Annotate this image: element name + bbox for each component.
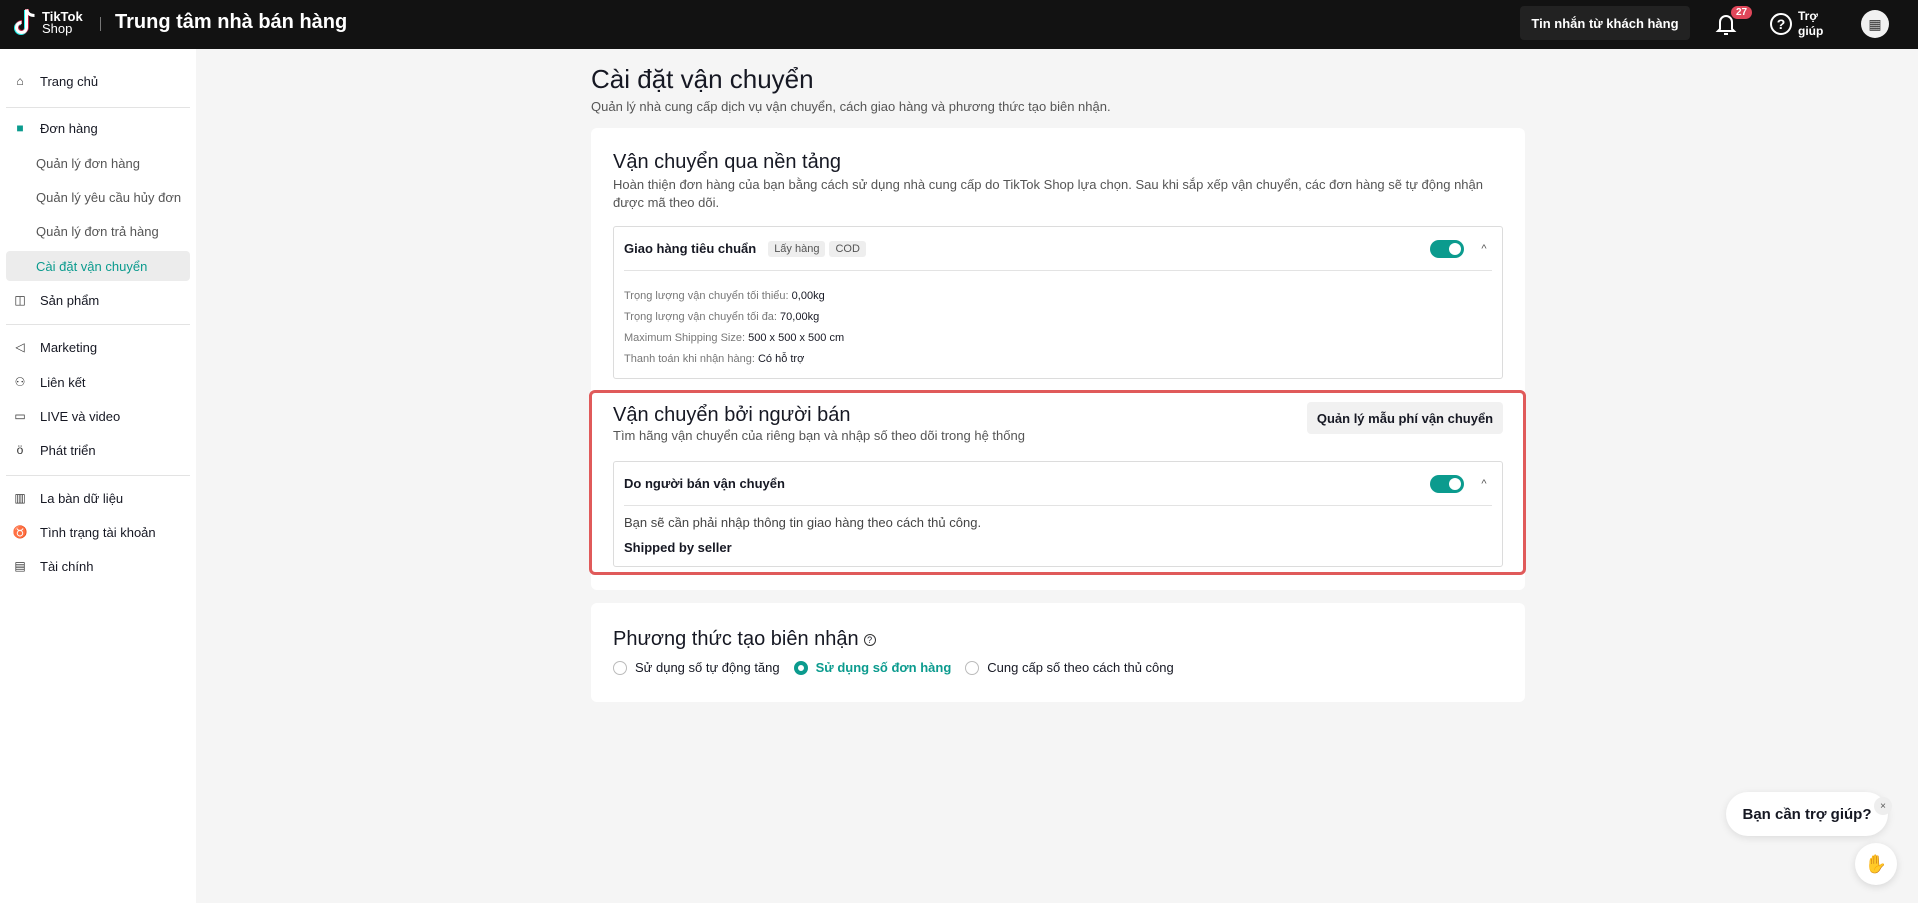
option-header: Giao hàng tiêu chuẩn Lấy hàng COD ^	[624, 227, 1492, 271]
logo-line2: Shop	[42, 21, 73, 36]
sidebar-item-affiliate[interactable]: ⚇ Liên kết	[6, 367, 190, 397]
sidebar-item-marketing[interactable]: ◁ Marketing	[6, 332, 190, 362]
sidebar-item-label: La bàn dữ liệu	[40, 490, 124, 506]
megaphone-icon: ◁	[15, 340, 25, 354]
help-link[interactable]: Trợ giúp	[1798, 9, 1828, 39]
notification-badge: 27	[1730, 5, 1754, 20]
receipt-method-card: Phương thức tạo biên nhận? Sử dụng số tự…	[591, 603, 1525, 702]
sidebar-divider	[6, 475, 190, 476]
growth-icon: ö	[16, 443, 24, 457]
sidebar-item-label: Quản lý đơn hàng	[36, 155, 140, 171]
highlight-box	[589, 390, 1526, 575]
sidebar-item-shipping-settings[interactable]: Cài đặt vận chuyển	[6, 251, 190, 281]
trophy-icon: ♉	[12, 525, 28, 539]
option-name: Giao hàng tiêu chuẩn	[624, 241, 757, 256]
question-icon[interactable]: ?	[863, 633, 876, 646]
close-icon[interactable]: ×	[1874, 797, 1892, 815]
users-icon: ⚇	[14, 375, 26, 389]
customer-messages-button[interactable]: Tin nhắn từ khách hàng	[1520, 6, 1690, 40]
radio-circle[interactable]	[793, 660, 808, 675]
help-chat-bubble[interactable]: Bạn cần trợ giúp?	[1726, 792, 1888, 836]
sidebar-divider	[6, 107, 190, 108]
detail-max-weight: Trọng lượng vận chuyển tối đa: 70,00kg	[624, 311, 820, 323]
sidebar-item-account-health[interactable]: ♉ Tình trạng tài khoản	[6, 517, 190, 547]
sidebar-item-finance[interactable]: ▤ Tài chính	[6, 551, 190, 581]
sidebar-item-home[interactable]: ⌂ Trang chủ	[6, 66, 190, 96]
chart-icon: ▥	[14, 491, 26, 505]
help-icon[interactable]: ?	[1770, 13, 1792, 35]
detail-max-size: Maximum Shipping Size: 500 x 500 x 500 c…	[624, 332, 845, 344]
detail-min-weight: Trọng lượng vận chuyển tối thiểu: 0,00kg	[624, 290, 825, 302]
sidebar-item-label: Phát triển	[40, 442, 96, 458]
page-subtitle: Quản lý nhà cung cấp dịch vụ vận chuyển,…	[591, 99, 1111, 114]
sidebar-item-live-video[interactable]: ▭ LIVE và video	[6, 401, 190, 431]
video-icon: ▭	[14, 409, 26, 423]
top-header: TikTok Shop Trung tâm nhà bán hàng Tin nh…	[0, 0, 1918, 49]
sidebar-item-cancel-requests[interactable]: Quản lý yêu cầu hủy đơn	[6, 182, 190, 212]
hand-icon[interactable]: ✋	[1855, 843, 1897, 885]
platform-shipping-title: Vận chuyển qua nền tảng	[613, 151, 841, 173]
app-title: Trung tâm nhà bán hàng	[115, 11, 348, 33]
sidebar-item-label: Marketing	[40, 339, 98, 355]
sidebar-item-label: LIVE và video	[40, 408, 121, 424]
radio-circle[interactable]	[965, 660, 980, 675]
product-icon: ◫	[14, 293, 26, 307]
sidebar-item-label: Cài đặt vận chuyển	[36, 258, 148, 274]
sidebar: ⌂ Trang chủ ■ Đơn hàng Quản lý đơn hàng Qu…	[0, 49, 196, 903]
sidebar-item-orders[interactable]: ■ Đơn hàng	[6, 113, 190, 143]
shop-avatar[interactable]: ▦	[1861, 10, 1889, 38]
home-icon: ⌂	[16, 74, 24, 88]
sidebar-item-label: Trang chủ	[40, 73, 99, 89]
radio-manual[interactable]: Cung cấp số theo cách thủ công	[965, 660, 1174, 675]
sidebar-item-label: Tài chính	[40, 558, 94, 574]
tiktok-logo-icon	[14, 9, 35, 35]
sidebar-divider	[6, 324, 190, 325]
standard-delivery-toggle[interactable]	[1430, 239, 1464, 258]
sidebar-item-products[interactable]: ◫ Sản phẩm	[6, 285, 190, 315]
sidebar-item-label: Quản lý đơn trả hàng	[36, 223, 159, 239]
sidebar-item-growth[interactable]: ö Phát triển	[6, 435, 190, 465]
sidebar-item-label: Quản lý yêu cầu hủy đơn	[36, 189, 182, 205]
receipt-method-title: Phương thức tạo biên nhận?	[613, 628, 876, 651]
radio-auto-increment[interactable]: Sử dụng số tự động tăng	[613, 660, 780, 675]
sidebar-item-returns[interactable]: Quản lý đơn trả hàng	[6, 216, 190, 246]
sidebar-item-data-compass[interactable]: ▥ La bàn dữ liệu	[6, 483, 190, 513]
tag-cod: COD	[829, 240, 866, 257]
radio-circle[interactable]	[613, 660, 627, 675]
detail-cod: Thanh toán khi nhận hàng: Có hỗ trợ	[624, 353, 805, 365]
order-icon: ■	[16, 121, 24, 135]
header-divider	[100, 17, 101, 31]
sidebar-item-label: Tình trạng tài khoản	[40, 524, 156, 540]
wallet-icon: ▤	[14, 559, 26, 573]
page-title: Cài đặt vận chuyển	[591, 64, 814, 94]
sidebar-item-manage-orders[interactable]: Quản lý đơn hàng	[6, 148, 190, 178]
tag-pickup: Lấy hàng	[768, 240, 826, 257]
standard-delivery-option: Giao hàng tiêu chuẩn Lấy hàng COD ^ Trọn…	[613, 226, 1503, 379]
receipt-method-radio-group: Sử dụng số tự động tăng Sử dụng số đơn h…	[613, 660, 1188, 675]
chevron-up-icon[interactable]: ^	[1476, 243, 1492, 255]
platform-shipping-desc: Hoàn thiện đơn hàng của bạn bằng cách sử…	[613, 177, 1483, 210]
sidebar-item-label: Đơn hàng	[40, 120, 98, 136]
sidebar-item-label: Sản phẩm	[40, 292, 100, 308]
tiktok-shop-logo[interactable]: TikTok Shop	[12, 8, 83, 38]
radio-order-number[interactable]: Sử dụng số đơn hàng	[793, 660, 951, 675]
sidebar-item-label: Liên kết	[40, 374, 86, 390]
